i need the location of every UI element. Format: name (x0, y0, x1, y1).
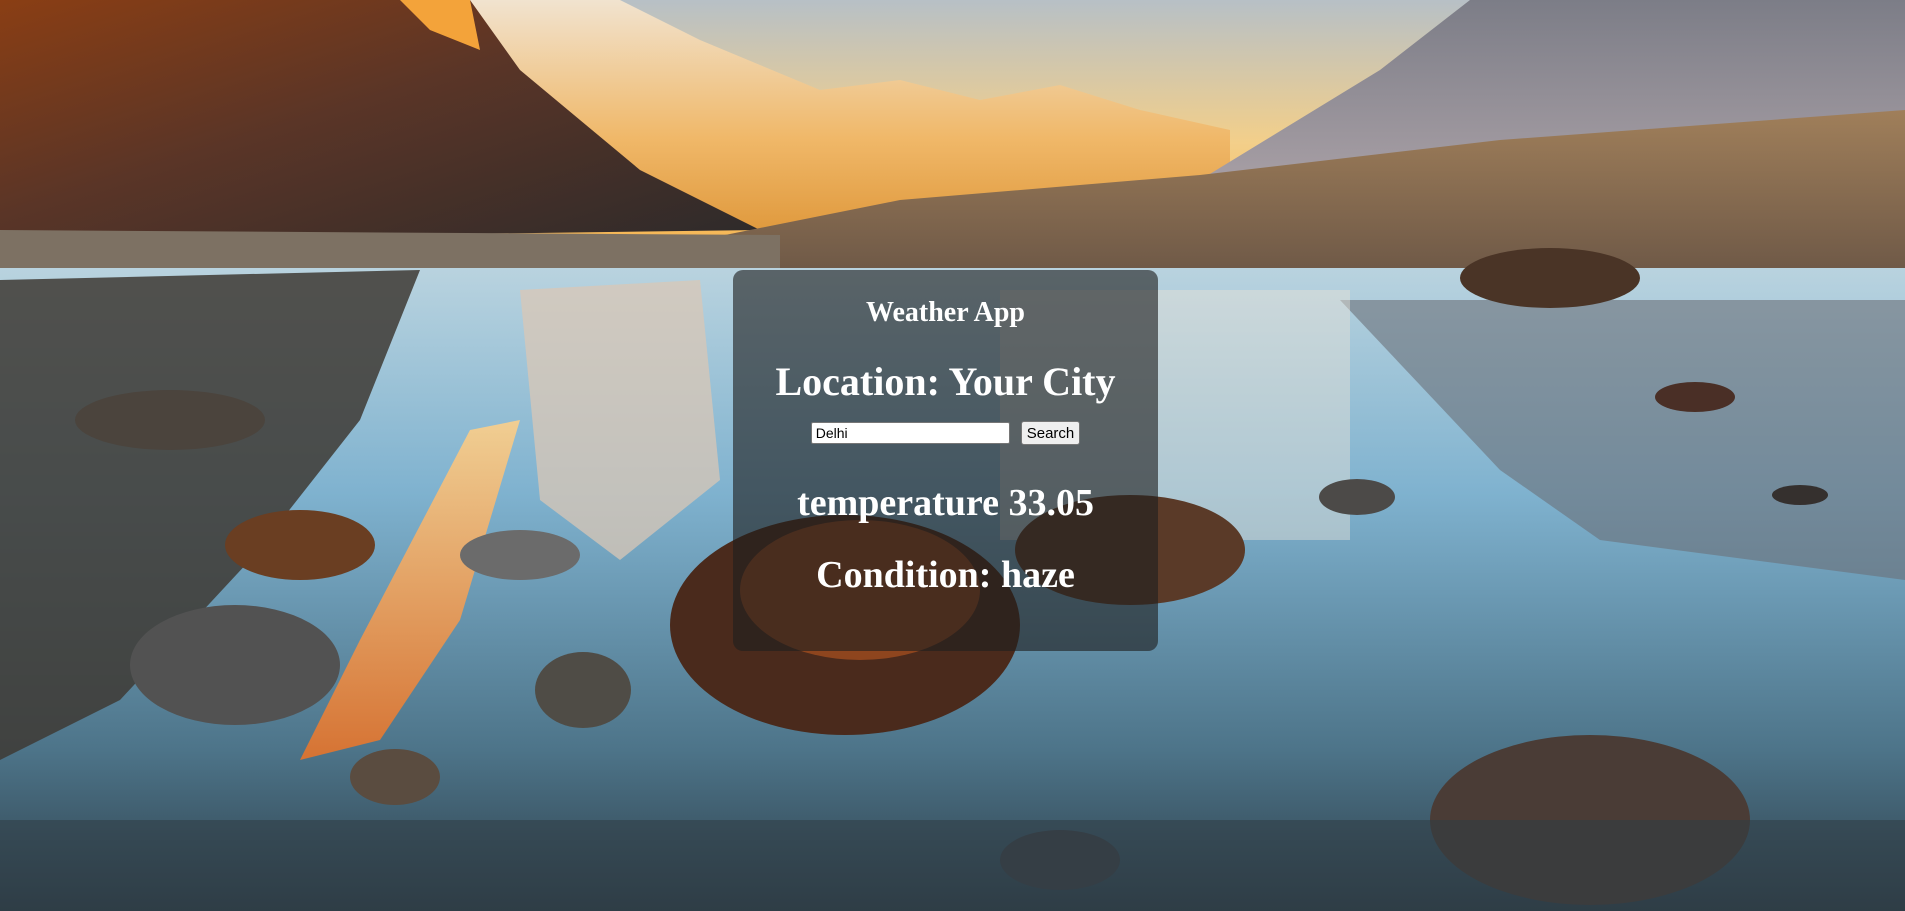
location-heading: Location: Your City (775, 359, 1116, 404)
app-title: Weather App (866, 297, 1025, 328)
search-row: Search (733, 421, 1158, 445)
city-search-input[interactable] (810, 422, 1010, 444)
temperature-text: temperature 33.05 (797, 482, 1094, 524)
weather-card: Weather App Location: Your City Search t… (733, 270, 1158, 651)
condition-text: Condition: haze (816, 554, 1075, 596)
search-button[interactable]: Search (1020, 421, 1081, 445)
